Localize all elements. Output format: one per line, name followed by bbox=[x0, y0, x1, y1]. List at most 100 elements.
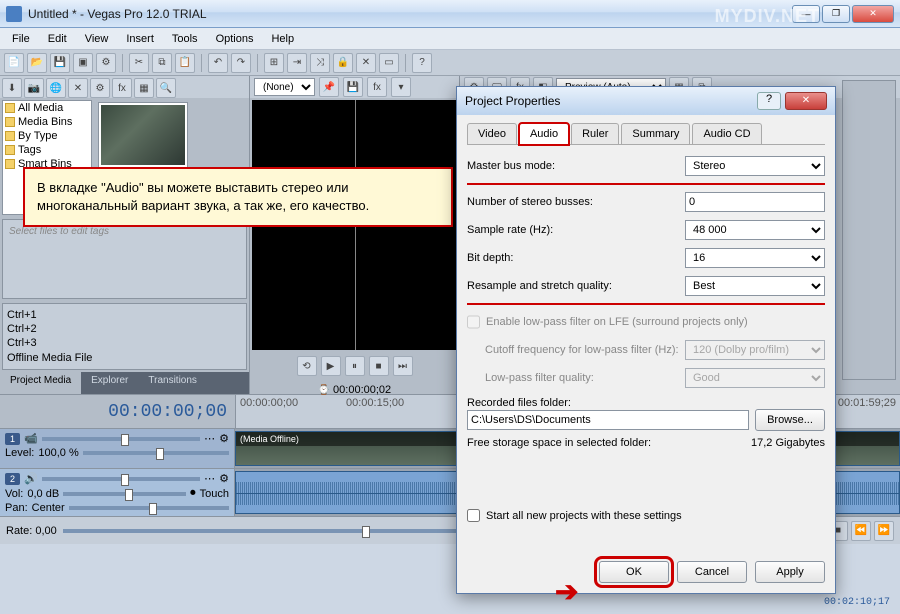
tab-explorer[interactable]: Explorer bbox=[81, 372, 138, 394]
paste-icon[interactable]: 📋 bbox=[175, 53, 195, 73]
pm-import-icon[interactable]: ⬇ bbox=[2, 78, 22, 98]
save-icon[interactable]: 💾 bbox=[50, 53, 70, 73]
audio-track-head[interactable]: 2 🔊 ⋯⚙ Vol: 0,0 dB ⏺Touch Pan: Center bbox=[0, 469, 235, 516]
ripple-icon[interactable]: ⇥ bbox=[287, 53, 307, 73]
pm-capture-icon[interactable]: 📷 bbox=[24, 78, 44, 98]
project-properties-dialog: Project Properties ? ✕ Video Audio Ruler… bbox=[456, 86, 836, 594]
main-toolbar: 📄 📂 💾 ▣ ⚙ ✂ ⧉ 📋 ↶ ↷ ⊞ ⇥ ⤨ 🔒 ✕ ▭ ? bbox=[0, 50, 900, 76]
tool-icon[interactable]: ▭ bbox=[379, 53, 399, 73]
close-button[interactable]: ✕ bbox=[852, 5, 894, 23]
rec-folder-input[interactable] bbox=[467, 410, 749, 430]
rec-folder-label: Recorded files folder: bbox=[467, 397, 825, 409]
dialog-help-button[interactable]: ? bbox=[757, 92, 781, 110]
tab-project-media[interactable]: Project Media bbox=[0, 372, 81, 394]
maximize-button[interactable]: ❐ bbox=[822, 5, 850, 23]
trim-pause-icon[interactable]: ⏸ bbox=[345, 356, 365, 376]
tree-media-bins[interactable]: Media Bins bbox=[18, 116, 72, 128]
pm-views-icon[interactable]: ▦ bbox=[134, 78, 154, 98]
cancel-button[interactable]: Cancel bbox=[677, 561, 747, 583]
tab-audiocd[interactable]: Audio CD bbox=[692, 123, 761, 144]
dialog-close-button[interactable]: ✕ bbox=[785, 92, 827, 110]
menu-view[interactable]: View bbox=[77, 31, 117, 47]
num-busses-input[interactable] bbox=[685, 192, 825, 212]
snap-icon[interactable]: ⊞ bbox=[264, 53, 284, 73]
goto-end-icon[interactable]: ⏩ bbox=[874, 521, 894, 541]
trim-end-icon[interactable]: ⏭ bbox=[393, 356, 413, 376]
tree-tags[interactable]: Tags bbox=[18, 144, 41, 156]
trim-stop-icon[interactable]: ■ bbox=[369, 356, 389, 376]
redo-icon[interactable]: ↷ bbox=[231, 53, 251, 73]
lock-icon[interactable]: 🔒 bbox=[333, 53, 353, 73]
selection-time: 00:02:10;17 bbox=[824, 597, 890, 608]
goto-start-icon[interactable]: ⏪ bbox=[851, 521, 871, 541]
tab-video[interactable]: Video bbox=[467, 123, 517, 144]
copy-icon[interactable]: ⧉ bbox=[152, 53, 172, 73]
track2-slider[interactable] bbox=[42, 477, 200, 481]
menu-options[interactable]: Options bbox=[208, 31, 262, 47]
project-media-panel: ⬇ 📷 🌐 ✕ ⚙ fx ▦ 🔍 All Media Media Bins By… bbox=[0, 76, 250, 394]
trimmer-pin-icon[interactable]: 📌 bbox=[319, 77, 339, 97]
open-icon[interactable]: 📂 bbox=[27, 53, 47, 73]
minimize-button[interactable]: — bbox=[792, 5, 820, 23]
tab-ruler[interactable]: Ruler bbox=[571, 123, 619, 144]
menu-tools[interactable]: Tools bbox=[164, 31, 206, 47]
video-track-head[interactable]: 1 📹 ⋯⚙ Level: 100,0 % bbox=[0, 429, 235, 468]
pm-remove-icon[interactable]: ✕ bbox=[68, 78, 88, 98]
lfe-quality-select: Good bbox=[685, 368, 825, 388]
annotation-tip: В вкладке "Audio" вы можете выставить ст… bbox=[23, 167, 453, 227]
track1-slider[interactable] bbox=[42, 437, 200, 441]
pan-slider[interactable] bbox=[69, 506, 229, 510]
track1-level-slider[interactable] bbox=[83, 451, 229, 455]
tab-transitions[interactable]: Transitions bbox=[138, 372, 207, 394]
tab-audio[interactable]: Audio bbox=[519, 123, 569, 145]
tab-summary[interactable]: Summary bbox=[621, 123, 690, 144]
menu-help[interactable]: Help bbox=[263, 31, 302, 47]
menubar: File Edit View Insert Tools Options Help bbox=[0, 28, 900, 50]
new-icon[interactable]: 📄 bbox=[4, 53, 24, 73]
trim-loop-icon[interactable]: ⟲ bbox=[297, 356, 317, 376]
sample-rate-select[interactable]: 48 000 bbox=[685, 220, 825, 240]
master-bus-select[interactable]: Stereo bbox=[685, 156, 825, 176]
menu-insert[interactable]: Insert bbox=[118, 31, 162, 47]
lfe-cutoff-select: 120 (Dolby pro/film) bbox=[685, 340, 825, 360]
tree-all-media[interactable]: All Media bbox=[18, 102, 63, 114]
trimmer-save-icon[interactable]: 💾 bbox=[343, 77, 363, 97]
free-space-value: 17,2 Gigabytes bbox=[751, 437, 825, 449]
window-title: Untitled * - Vegas Pro 12.0 TRIAL bbox=[28, 7, 792, 21]
trim-play-icon[interactable]: ▶ bbox=[321, 356, 341, 376]
pm-fx-icon[interactable]: fx bbox=[112, 78, 132, 98]
properties-icon[interactable]: ⚙ bbox=[96, 53, 116, 73]
start-all-label: Start all new projects with these settin… bbox=[486, 510, 682, 522]
dialog-title: Project Properties bbox=[465, 94, 757, 108]
pm-props-icon[interactable]: ⚙ bbox=[90, 78, 110, 98]
thumbnail-image bbox=[101, 105, 185, 165]
apply-button[interactable]: Apply bbox=[755, 561, 825, 583]
free-space-label: Free storage space in selected folder: bbox=[467, 437, 751, 449]
autocross-icon[interactable]: ⤨ bbox=[310, 53, 330, 73]
help-icon[interactable]: ? bbox=[412, 53, 432, 73]
render-icon[interactable]: ▣ bbox=[73, 53, 93, 73]
bit-depth-select[interactable]: 16 bbox=[685, 248, 825, 268]
resample-select[interactable]: Best bbox=[685, 276, 825, 296]
tree-by-type[interactable]: By Type bbox=[18, 130, 58, 142]
cursor-time: 00:00:00;00 bbox=[0, 395, 235, 428]
browse-button[interactable]: Browse... bbox=[755, 409, 825, 431]
cut-icon[interactable]: ✂ bbox=[129, 53, 149, 73]
menu-edit[interactable]: Edit bbox=[40, 31, 75, 47]
pm-search-icon[interactable]: 🔍 bbox=[156, 78, 176, 98]
ignore-icon[interactable]: ✕ bbox=[356, 53, 376, 73]
undo-icon[interactable]: ↶ bbox=[208, 53, 228, 73]
pm-getmedia-icon[interactable]: 🌐 bbox=[46, 78, 66, 98]
master-panel bbox=[842, 80, 896, 380]
trimmer-select[interactable]: (None) bbox=[254, 78, 315, 96]
tags-panel: Select files to edit tags bbox=[2, 219, 247, 299]
menu-file[interactable]: File bbox=[4, 31, 38, 47]
trimmer-fx-icon[interactable]: fx bbox=[367, 77, 387, 97]
vol-slider[interactable] bbox=[63, 492, 186, 496]
rate-label: Rate: 0,00 bbox=[6, 525, 57, 537]
ok-button[interactable]: OK bbox=[599, 561, 669, 583]
trimmer-more-icon[interactable]: ▾ bbox=[391, 77, 411, 97]
media-info: Ctrl+1 Ctrl+2 Ctrl+3 Offline Media File bbox=[2, 303, 247, 370]
annotation-arrow-icon: ➔ bbox=[555, 575, 578, 608]
start-all-checkbox[interactable] bbox=[467, 509, 480, 522]
